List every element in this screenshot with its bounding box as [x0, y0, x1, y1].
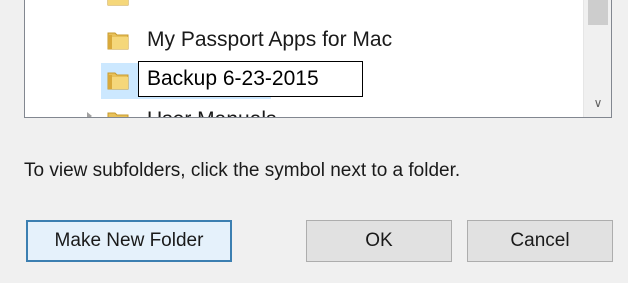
expand-arrow-icon[interactable]	[87, 112, 92, 117]
folder-icon	[107, 112, 129, 117]
cancel-button[interactable]: Cancel	[467, 220, 613, 262]
browse-folder-dialog: My Passport Apps for Mac User Manuals ∨ …	[0, 0, 628, 283]
scrollbar-thumb[interactable]	[588, 0, 608, 25]
hint-text: To view subfolders, click the symbol nex…	[24, 160, 461, 181]
rename-folder-input[interactable]	[138, 61, 363, 97]
vertical-scrollbar[interactable]: ∨	[583, 0, 611, 117]
chevron-down-icon[interactable]: ∨	[584, 93, 611, 113]
folder-icon	[107, 72, 129, 90]
ok-button[interactable]: OK	[306, 220, 452, 262]
folder-icon	[107, 32, 129, 50]
folder-tree[interactable]: My Passport Apps for Mac User Manuals ∨	[24, 0, 612, 118]
tree-item-label: My Passport Apps for Mac	[147, 28, 393, 51]
make-new-folder-button[interactable]: Make New Folder	[26, 220, 232, 262]
tree-item-label: User Manuals	[147, 108, 277, 117]
folder-icon	[107, 0, 129, 6]
